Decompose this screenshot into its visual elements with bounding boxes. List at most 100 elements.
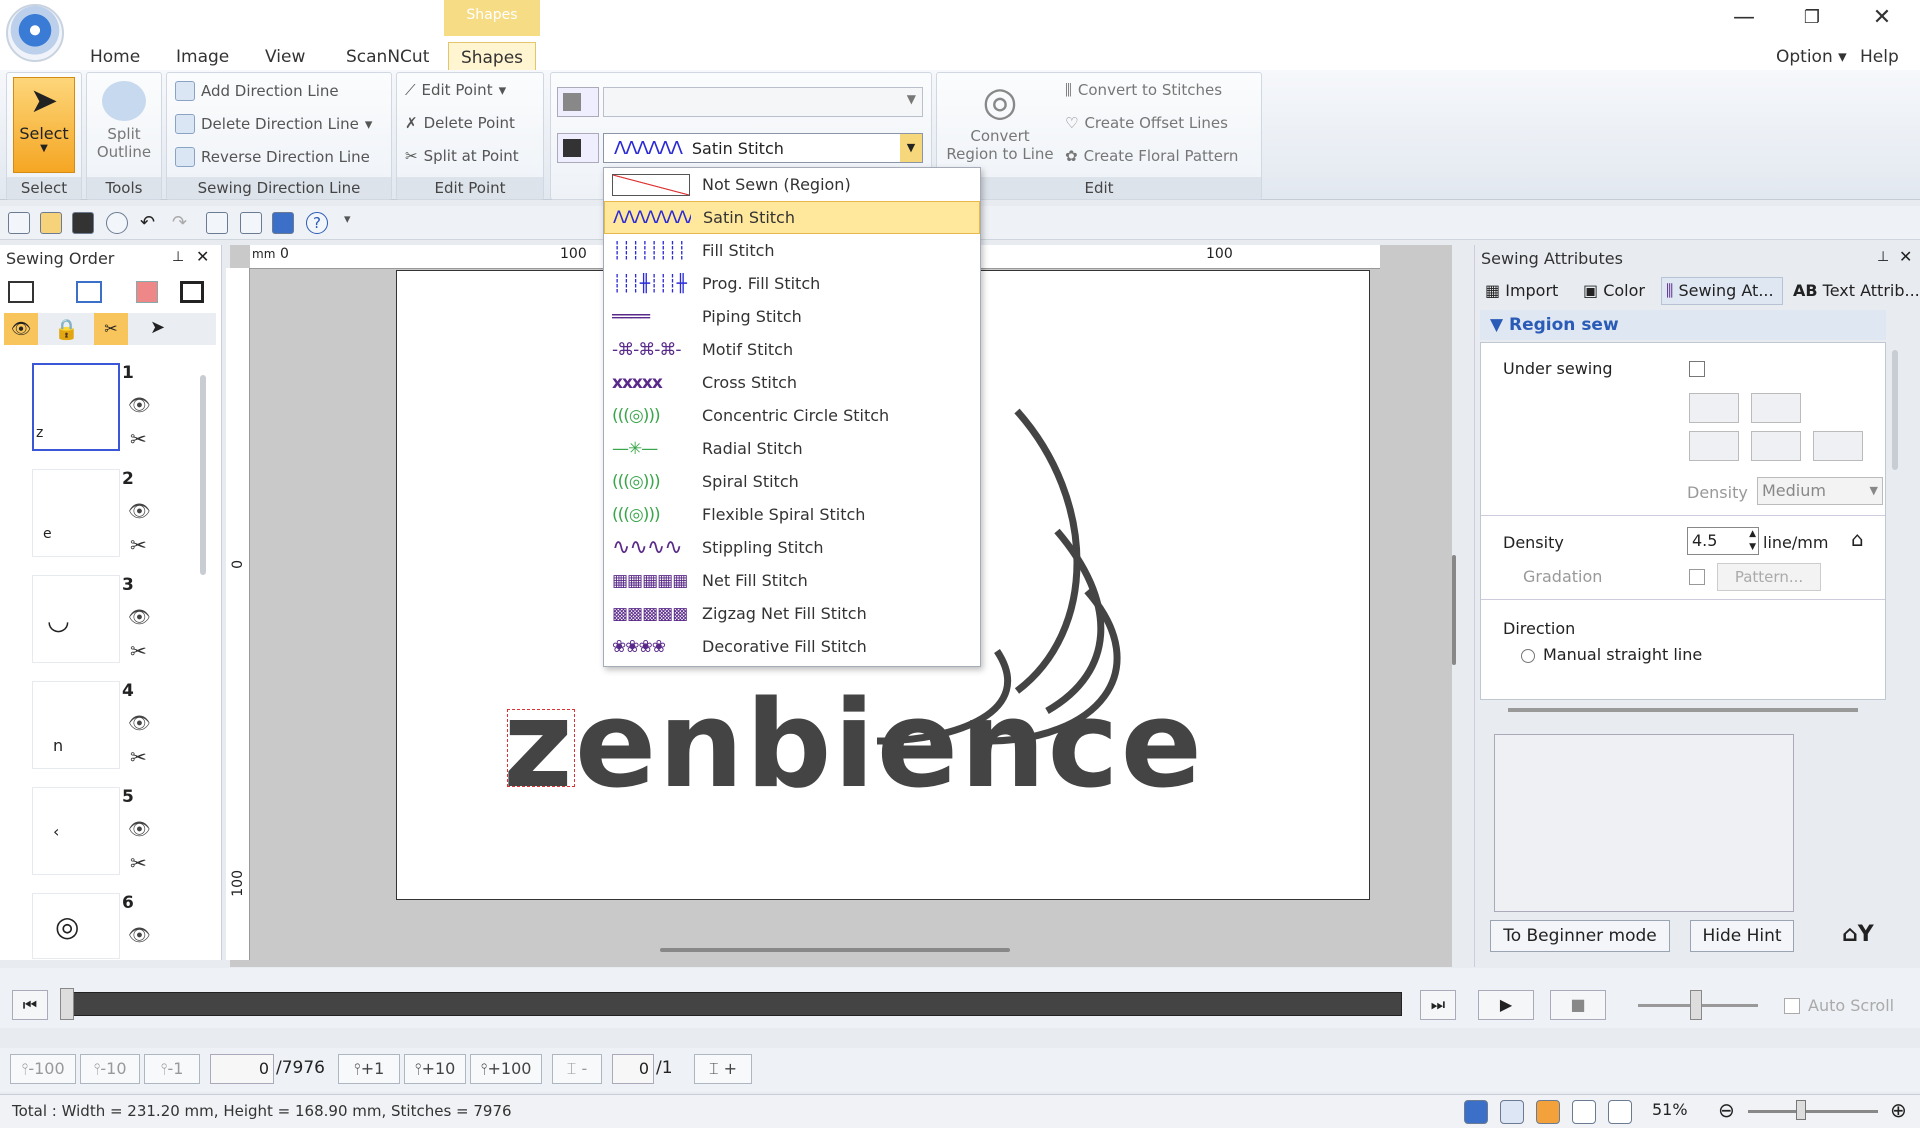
- zoom-in-icon[interactable]: ⊕: [1890, 1098, 1907, 1122]
- stitch-option-decorative-fill[interactable]: ❀❀❀❀ Decorative Fill Stitch: [604, 630, 980, 663]
- play-button[interactable]: ▶: [1478, 990, 1534, 1020]
- minimize-button[interactable]: —: [1724, 4, 1764, 32]
- sewing-order-thumb-1[interactable]: z: [32, 363, 120, 451]
- progress-thumb[interactable]: [60, 988, 74, 1020]
- visibility-eye-icon[interactable]: 👁: [128, 713, 151, 734]
- help-icon[interactable]: ?: [306, 212, 328, 234]
- under-sew-type-1-icon[interactable]: [1689, 393, 1739, 423]
- new-file-icon[interactable]: [8, 212, 30, 234]
- pin-icon[interactable]: ⊥: [1877, 249, 1889, 265]
- stitch-option-net-fill[interactable]: ▦▦▦▦▦ Net Fill Stitch: [604, 564, 980, 597]
- sewing-order-thumb-4[interactable]: n: [32, 681, 120, 769]
- tab-view[interactable]: View: [255, 42, 315, 72]
- app-logo-icon[interactable]: [6, 4, 64, 62]
- go-to-start-button[interactable]: ⏮: [12, 990, 48, 1020]
- stitch-option-radial[interactable]: —✳— Radial Stitch: [604, 432, 980, 465]
- tab-text-attributes[interactable]: AB Text Attrib...: [1793, 281, 1920, 300]
- fit-view-icon[interactable]: [8, 281, 34, 303]
- convert-to-stitches-button[interactable]: ⫼ Convert to Stitches: [1065, 81, 1222, 99]
- stitch-option-cross[interactable]: xxxxx Cross Stitch: [604, 366, 980, 399]
- eye-icon[interactable]: 👁: [4, 313, 38, 345]
- close-window-button[interactable]: ✕: [1862, 4, 1902, 32]
- stitch-progress-track[interactable]: [62, 992, 1402, 1016]
- stitch-option-motif[interactable]: -⌘-⌘-⌘- Motif Stitch: [604, 333, 980, 366]
- sewing-order-thumb-6[interactable]: ◎: [32, 893, 120, 959]
- visibility-eye-icon[interactable]: 👁: [128, 819, 151, 840]
- stitch-option-not-sewn[interactable]: Not Sewn (Region): [604, 168, 980, 201]
- region-sew-section-header[interactable]: ▼ Region sew: [1480, 310, 1886, 340]
- cut-scissors-icon[interactable]: ✂: [130, 745, 147, 769]
- pin-icon[interactable]: ⊥: [172, 249, 184, 265]
- undo-icon[interactable]: ↶: [140, 212, 162, 234]
- stitch-option-piping[interactable]: ════ Piping Stitch: [604, 300, 980, 333]
- zoom-slider[interactable]: [1748, 1110, 1878, 1113]
- line-stitch-select[interactable]: ▼: [603, 87, 923, 117]
- sewing-order-thumb-3[interactable]: ◡: [32, 575, 120, 663]
- reverse-direction-line-button[interactable]: Reverse Direction Line: [175, 147, 370, 167]
- add-direction-line-button[interactable]: Add Direction Line: [175, 81, 339, 101]
- go-to-end-button[interactable]: ⏭: [1420, 990, 1456, 1020]
- canvas-v-scrollbar[interactable]: [1452, 555, 1456, 665]
- cut-scissors-icon[interactable]: ✂: [130, 639, 147, 663]
- zoom-out-icon[interactable]: ⊖: [1718, 1098, 1735, 1122]
- stitch-option-satin[interactable]: ΛΛΛΛΛΛΛΛ Satin Stitch: [604, 201, 980, 234]
- density-stepper[interactable]: 4.5 ▲ ▼: [1687, 527, 1759, 555]
- current-stitch-input[interactable]: 0: [210, 1054, 274, 1084]
- help-menu[interactable]: Help ▾: [1850, 42, 1920, 97]
- edit-point-button[interactable]: ⟋ Edit Point ▾: [405, 81, 506, 99]
- step-minus-10-button[interactable]: ⫯-10: [80, 1054, 140, 1084]
- tab-home[interactable]: Home: [80, 42, 150, 72]
- tab-scanncut[interactable]: ScanNCut: [336, 42, 439, 72]
- stitch-option-fill[interactable]: ┊┊┊┊┊┊┊┊┊┊Fill Stitch: [604, 234, 980, 267]
- sewing-order-scrollbar[interactable]: [200, 375, 206, 575]
- line-color-button[interactable]: [557, 87, 599, 117]
- step-plus-100-button[interactable]: ⫯+100: [470, 1054, 542, 1084]
- step-plus-10-button[interactable]: ⫯+10: [404, 1054, 466, 1084]
- density-preset-icon[interactable]: ⌂: [1851, 527, 1864, 551]
- split-outline-button[interactable]: Split Outline: [91, 77, 157, 173]
- create-offset-lines-button[interactable]: ♡ Create Offset Lines: [1065, 114, 1228, 132]
- realistic-view-icon[interactable]: [1536, 1100, 1560, 1124]
- stitch-option-concentric-circle[interactable]: (((◎))) Concentric Circle Stitch: [604, 399, 980, 432]
- frame-icon[interactable]: [180, 281, 204, 303]
- under-sew-type-3-icon[interactable]: [1689, 431, 1739, 461]
- pointer-icon[interactable]: ➤: [150, 317, 165, 338]
- canvas-h-scrollbar[interactable]: [660, 948, 1010, 952]
- tab-image[interactable]: Image: [166, 42, 239, 72]
- under-density-select[interactable]: Medium ▼: [1757, 477, 1883, 505]
- redo-icon[interactable]: ↷: [172, 212, 194, 234]
- save-icon[interactable]: [72, 212, 94, 234]
- tab-color[interactable]: ▣ Color: [1583, 281, 1645, 300]
- transfer-icon[interactable]: [272, 212, 294, 234]
- cut-scissors-icon[interactable]: ✂: [130, 851, 147, 875]
- region-stitch-select[interactable]: ΛΛΛΛΛΛ Satin Stitch ▼: [603, 133, 923, 163]
- open-folder-icon[interactable]: [40, 212, 62, 234]
- delete-direction-line-button[interactable]: Delete Direction Line ▾: [175, 114, 372, 134]
- stepper-arrows-icon[interactable]: ▲ ▼: [1749, 528, 1756, 554]
- stitch-option-spiral[interactable]: (((◎))) Spiral Stitch: [604, 465, 980, 498]
- option-menu[interactable]: Option ▾: [1766, 42, 1857, 72]
- hide-hint-button[interactable]: Hide Hint: [1690, 920, 1794, 952]
- cut-scissors-icon[interactable]: ✂: [130, 427, 147, 451]
- visibility-eye-icon[interactable]: 👁: [128, 501, 151, 522]
- gradation-checkbox[interactable]: [1689, 569, 1705, 585]
- create-floral-pattern-button[interactable]: ✿ Create Floral Pattern: [1065, 147, 1238, 165]
- to-beginner-mode-button[interactable]: To Beginner mode: [1490, 920, 1670, 952]
- visibility-eye-icon[interactable]: 👁: [128, 607, 151, 628]
- zoom-slider-thumb[interactable]: [1796, 1100, 1806, 1120]
- step-plus-1-button[interactable]: ⫯+1: [338, 1054, 400, 1084]
- attributes-h-scrollbar[interactable]: [1508, 708, 1858, 712]
- stitch-view-icon[interactable]: [1500, 1100, 1524, 1124]
- visibility-eye-icon[interactable]: 👁: [128, 395, 151, 416]
- hint-icon[interactable]: ⌂Y: [1842, 922, 1874, 947]
- stitch-option-zigzag-net-fill[interactable]: ▩▩▩▩▩ Zigzag Net Fill Stitch: [604, 597, 980, 630]
- step-minus-100-button[interactable]: ⫯-100: [10, 1054, 76, 1084]
- cut-scissors-icon[interactable]: ✂: [130, 533, 147, 557]
- split-at-point-button[interactable]: ✂ Split at Point: [405, 147, 519, 165]
- stop-button[interactable]: ■: [1550, 990, 1606, 1020]
- auto-scroll-checkbox[interactable]: [1784, 998, 1800, 1014]
- tab-import[interactable]: ▦ Import: [1485, 281, 1558, 300]
- sewing-order-thumb-2[interactable]: e: [32, 469, 120, 557]
- under-sew-type-4-icon[interactable]: [1751, 431, 1801, 461]
- stitch-option-stippling[interactable]: ∿∿∿∿ Stippling Stitch: [604, 531, 980, 564]
